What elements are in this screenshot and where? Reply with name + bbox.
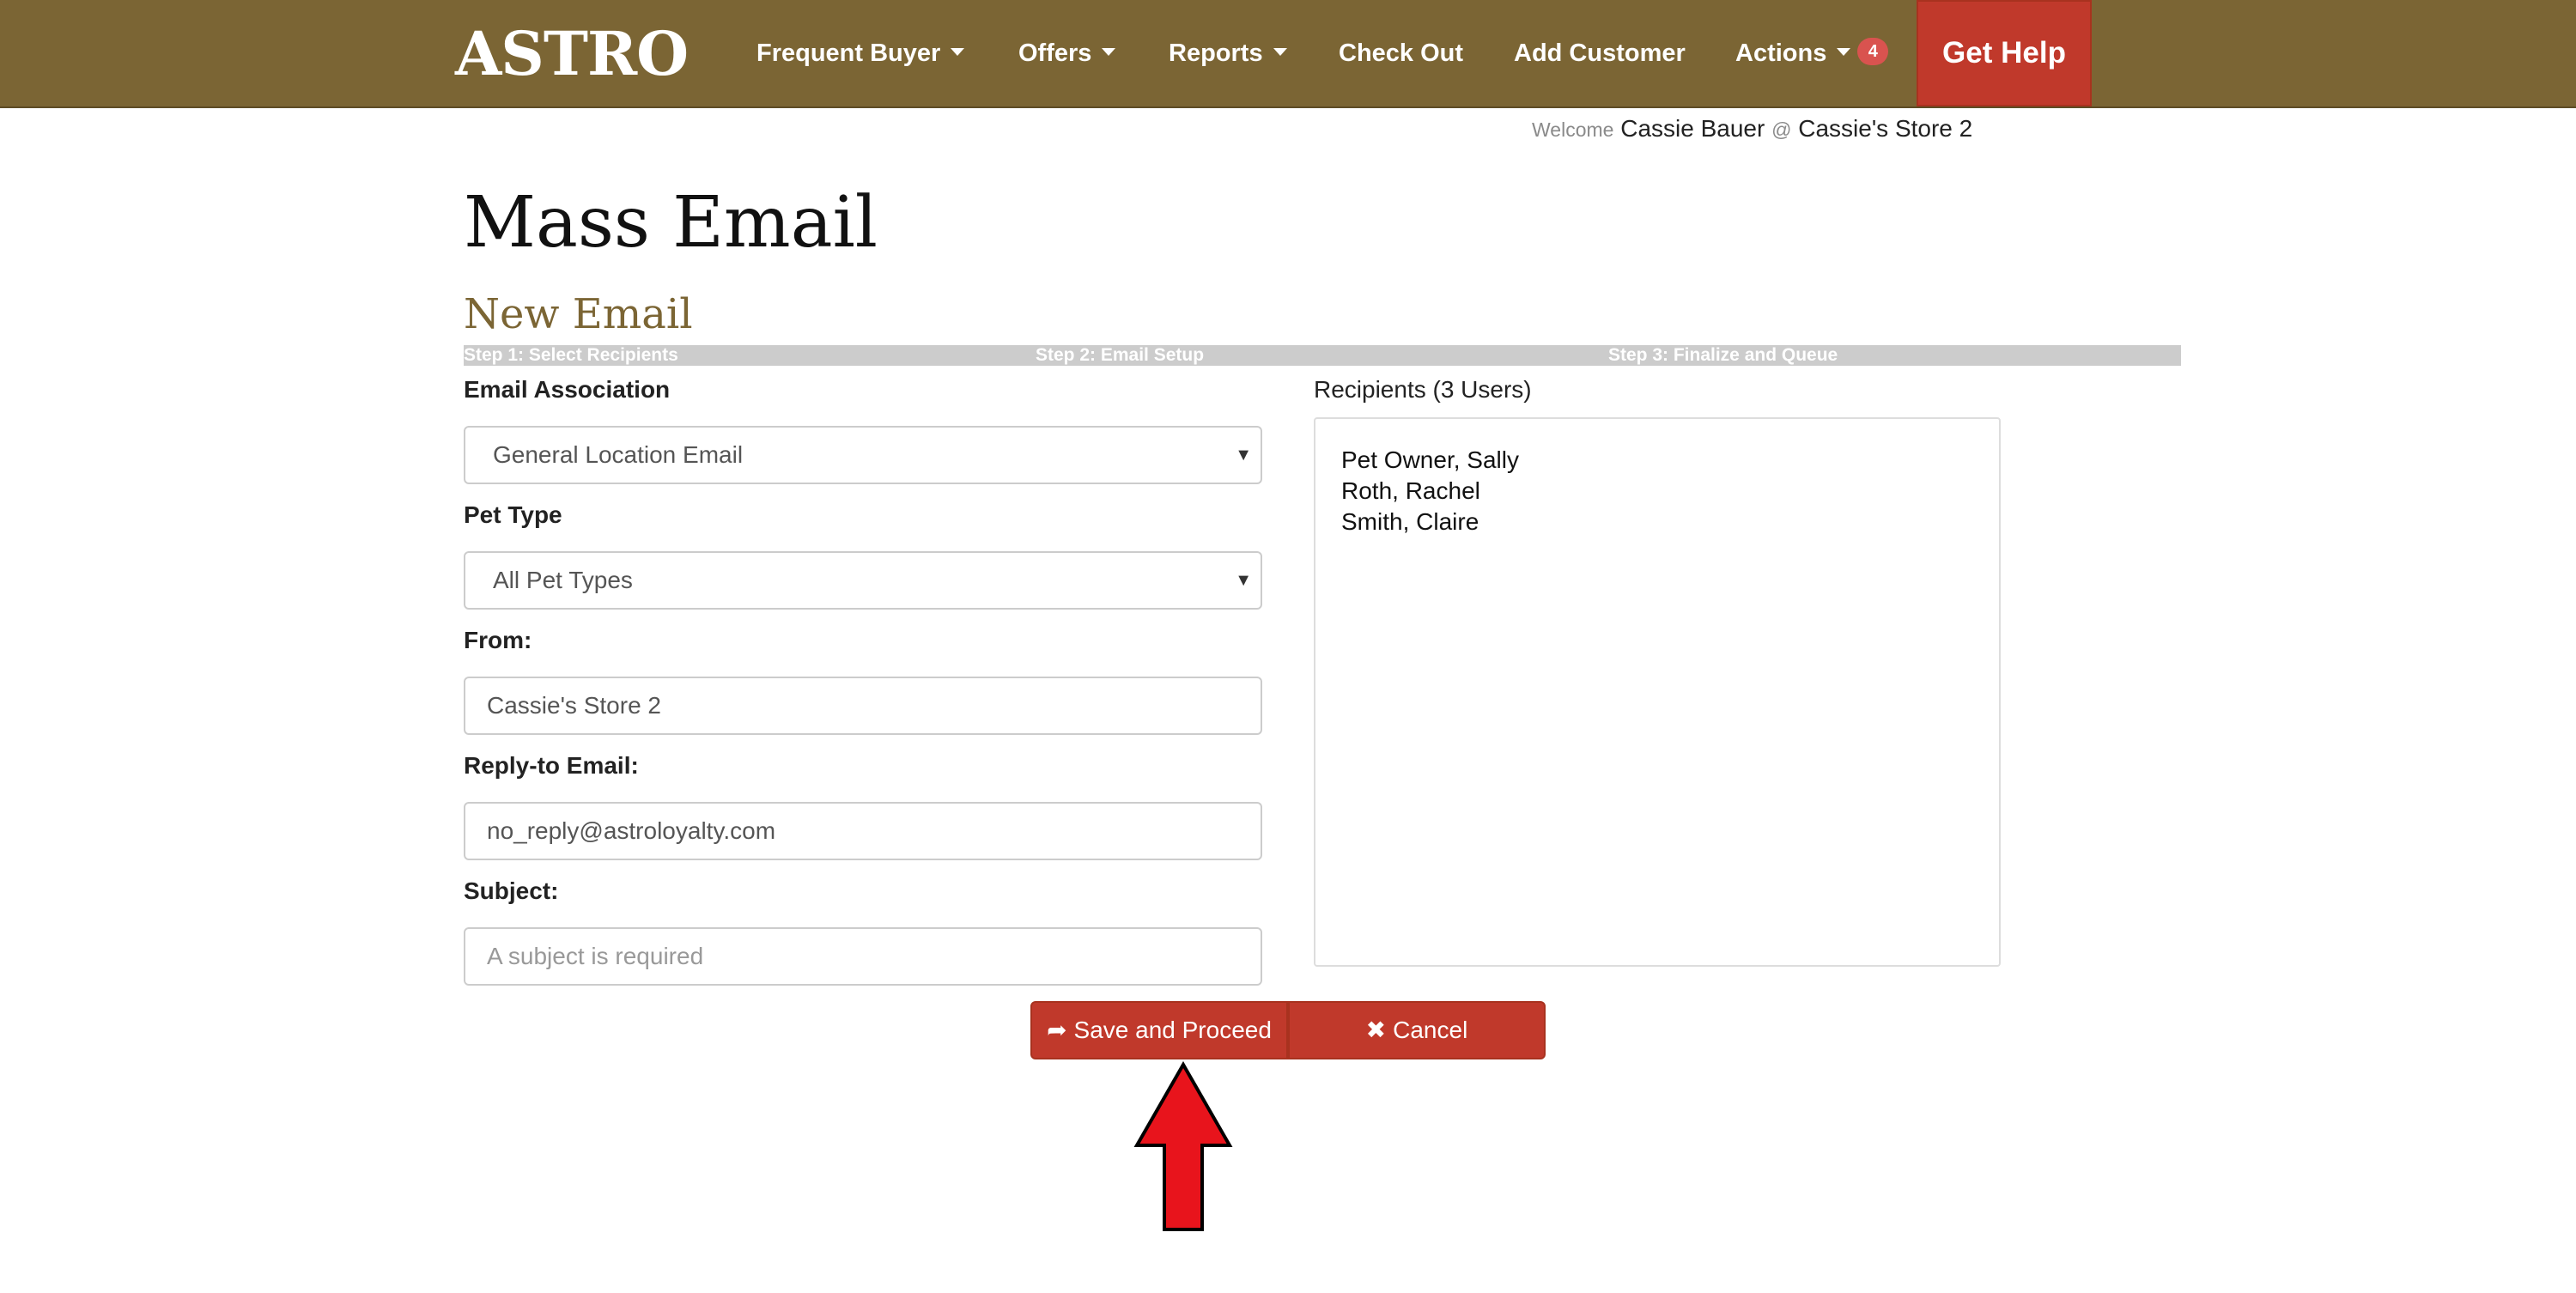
brand-logo[interactable]: ASTRO [455, 24, 689, 84]
nav-frequent-buyer[interactable]: Frequent Buyer [756, 0, 965, 106]
close-icon: ✖ [1365, 1017, 1387, 1043]
from-input[interactable]: Cassie's Store 2 [464, 677, 1262, 735]
welcome-prefix: Welcome [1532, 118, 1614, 141]
from-label: From: [464, 627, 532, 653]
share-arrow-icon: ➦ [1047, 1017, 1067, 1043]
step-1: Step 1: Select Recipients [464, 345, 678, 365]
nav-actions[interactable]: Actions 4 [1735, 0, 1889, 106]
reply-to-input[interactable]: no_reply@astroloyalty.com [464, 802, 1262, 860]
chevron-down-icon [1837, 47, 1851, 56]
pet-type-label: Pet Type [464, 501, 562, 528]
welcome-store[interactable]: Cassie's Store 2 [1798, 115, 1972, 142]
chevron-down-icon [951, 47, 965, 56]
section-subtitle: New Email [464, 290, 693, 338]
up-arrow-icon [1133, 1061, 1233, 1231]
get-help-button[interactable]: Get Help [1917, 0, 2092, 106]
chevron-down-icon [1102, 47, 1116, 56]
step-2: Step 2: Email Setup [1036, 345, 1205, 365]
welcome-user[interactable]: Cassie Bauer [1620, 115, 1765, 142]
cancel-button-label: Cancel [1393, 1017, 1468, 1043]
nav-reports-label: Reports [1169, 39, 1263, 67]
cancel-button[interactable]: ✖ Cancel [1288, 1001, 1546, 1059]
email-association-select[interactable]: General Location Email ▼ [464, 426, 1262, 484]
save-button-label: Save and Proceed [1073, 1017, 1272, 1043]
save-and-proceed-button[interactable]: ➦ Save and Proceed [1030, 1001, 1288, 1059]
nav-check-out[interactable]: Check Out [1339, 0, 1463, 106]
step-3: Step 3: Finalize and Queue [1608, 345, 1838, 365]
email-association-label: Email Association [464, 376, 671, 403]
subject-label: Subject: [464, 877, 559, 904]
top-navbar: ASTRO Frequent Buyer Offers Reports Chec… [0, 0, 2576, 108]
pet-type-value: All Pet Types [493, 567, 633, 593]
subject-input[interactable]: A subject is required [464, 927, 1262, 986]
recipients-list[interactable]: Pet Owner, Sally Roth, Rachel Smith, Cla… [1314, 417, 2001, 967]
welcome-at: @ [1771, 118, 1792, 141]
email-association-value: General Location Email [493, 441, 744, 468]
list-item[interactable]: Pet Owner, Sally [1341, 445, 1973, 476]
nav-offers[interactable]: Offers [1018, 0, 1116, 106]
chevron-down-icon [1273, 47, 1287, 56]
pet-type-select[interactable]: All Pet Types ▼ [464, 551, 1262, 610]
reply-to-label: Reply-to Email: [464, 752, 639, 779]
nav-offers-label: Offers [1018, 39, 1092, 67]
page-title: Mass Email [464, 182, 878, 264]
list-item[interactable]: Smith, Claire [1341, 507, 1973, 537]
actions-count-badge: 4 [1857, 38, 1889, 66]
caret-down-icon: ▼ [1235, 446, 1252, 464]
nav-add-customer-label: Add Customer [1514, 39, 1686, 67]
nav-frequent-buyer-label: Frequent Buyer [756, 39, 941, 67]
list-item[interactable]: Roth, Rachel [1341, 476, 1973, 507]
caret-down-icon: ▼ [1235, 571, 1252, 590]
nav-actions-label: Actions [1735, 39, 1827, 67]
nav-reports[interactable]: Reports [1169, 0, 1287, 106]
wizard-steps-bar: Step 1: Select Recipients Step 2: Email … [464, 345, 2181, 366]
nav-add-customer[interactable]: Add Customer [1514, 0, 1686, 106]
nav-check-out-label: Check Out [1339, 39, 1464, 67]
welcome-line: Welcome Cassie Bauer @ Cassie's Store 2 [1532, 115, 1972, 143]
recipients-label: Recipients (3 Users) [1314, 376, 1532, 403]
